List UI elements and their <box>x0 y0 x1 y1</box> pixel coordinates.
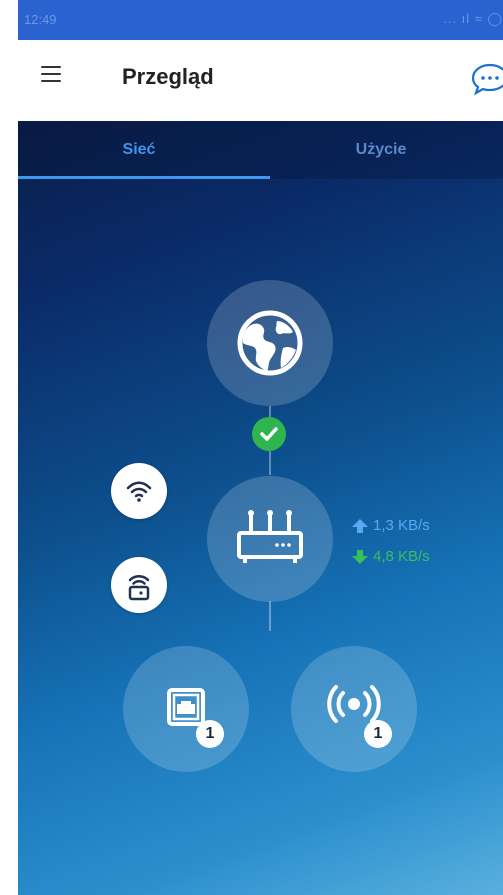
download-arrow-icon <box>352 550 368 565</box>
guest-wifi-icon <box>128 575 150 601</box>
upload-speed: 1,3 KB/s <box>352 517 430 534</box>
ethernet-icon <box>167 688 205 726</box>
download-speed-value: 4,8 KB/s <box>373 548 430 565</box>
status-time: 12:49 <box>24 12 57 27</box>
wired-clients-count: 1 <box>196 720 224 748</box>
app-bar: Przegląd <box>18 40 503 121</box>
phone-screen: 12:49 ... ıl ≈ ◯ Przegląd Sieć Użycie 1,… <box>18 0 503 895</box>
menu-icon[interactable] <box>41 66 61 82</box>
tab-indicator <box>18 176 270 179</box>
internet-node[interactable] <box>207 280 333 406</box>
router-node[interactable] <box>207 476 333 602</box>
connector-line <box>269 601 271 631</box>
page-title: Przegląd <box>122 64 214 89</box>
download-speed: 4,8 KB/s <box>352 548 430 565</box>
router-icon <box>237 510 303 563</box>
connection-ok-icon <box>252 417 286 451</box>
upload-arrow-icon <box>352 519 368 534</box>
wired-clients-node[interactable]: 1 <box>123 646 249 772</box>
globe-icon <box>237 310 303 376</box>
guest-wifi-button[interactable] <box>111 557 167 613</box>
wifi-icon <box>126 481 152 502</box>
network-overview: Sieć Użycie 1,3 KB/s 4,8 KB/s 1 1 <box>18 121 503 895</box>
wireless-clients-node[interactable]: 1 <box>291 646 417 772</box>
wifi-button[interactable] <box>111 463 167 519</box>
chat-icon[interactable] <box>470 62 503 96</box>
status-bar: 12:49 ... ıl ≈ ◯ <box>18 0 503 40</box>
tab-usage[interactable]: Użycie <box>260 121 502 179</box>
upload-speed-value: 1,3 KB/s <box>373 517 430 534</box>
wireless-signal-icon <box>327 685 381 723</box>
tab-network[interactable]: Sieć <box>18 121 260 179</box>
wireless-clients-count: 1 <box>364 720 392 748</box>
status-icons: ... ıl ≈ ◯ <box>443 11 503 26</box>
connector-line <box>269 451 271 475</box>
tab-bar: Sieć Użycie <box>18 121 503 179</box>
